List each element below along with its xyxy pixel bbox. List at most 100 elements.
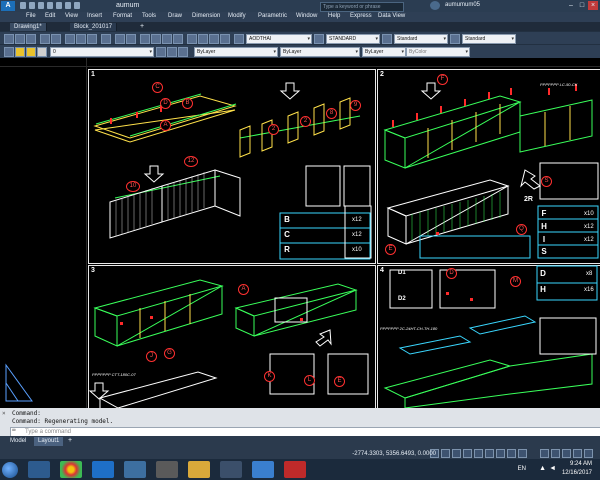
linetype-select[interactable]: ByLayer (280, 47, 360, 57)
customize-icon[interactable] (584, 449, 593, 458)
tab-drawing1[interactable]: Drawing1* (10, 23, 47, 31)
menu-edit[interactable]: Edit (45, 13, 55, 19)
globe-taskbar-icon[interactable] (124, 461, 146, 478)
menu-parametric[interactable]: Parametric (258, 13, 287, 19)
design-center-icon[interactable] (198, 34, 208, 44)
menu-file[interactable]: File (26, 13, 36, 19)
selection-cycling-icon[interactable] (518, 449, 527, 458)
menu-modify[interactable]: Modify (228, 13, 246, 19)
redo-tb-icon[interactable] (126, 34, 136, 44)
pdf-taskbar-icon[interactable] (284, 461, 306, 478)
menu-format[interactable]: Format (113, 13, 132, 19)
lineweight-icon[interactable] (496, 449, 505, 458)
color-select[interactable]: ByLayer (194, 47, 278, 57)
otrack-icon[interactable] (485, 449, 494, 458)
menu-tools[interactable]: Tools (142, 13, 156, 19)
tab-model[interactable]: Model (6, 437, 30, 446)
zoom-window-icon[interactable] (162, 34, 172, 44)
pan-icon[interactable] (140, 34, 150, 44)
start-button[interactable] (2, 462, 18, 478)
snap-icon[interactable] (441, 449, 450, 458)
window-taskbar-icon[interactable] (220, 461, 242, 478)
preview-icon[interactable] (51, 34, 61, 44)
redo-icon[interactable] (74, 2, 80, 9)
cut-icon[interactable] (65, 34, 75, 44)
folder-taskbar-icon[interactable] (188, 461, 210, 478)
ortho-icon[interactable] (452, 449, 461, 458)
network-icon[interactable]: ▲ (539, 465, 546, 472)
mleader-style-icon[interactable] (450, 34, 460, 44)
menu-express[interactable]: Express (350, 13, 372, 19)
save-as-icon[interactable] (47, 2, 53, 9)
workspace-icon[interactable] (551, 449, 560, 458)
properties-icon[interactable] (187, 34, 197, 44)
close-icon[interactable]: × (588, 1, 598, 10)
dim-style-icon[interactable] (314, 34, 324, 44)
app-taskbar-icon[interactable] (156, 461, 178, 478)
dim-style-select[interactable]: STANDARD (326, 34, 380, 44)
osnap-icon[interactable] (474, 449, 483, 458)
annotation-scale-icon[interactable] (540, 449, 549, 458)
save-tb-icon[interactable] (26, 34, 36, 44)
isolate-icon[interactable] (562, 449, 571, 458)
menu-data-view[interactable]: Data View (378, 13, 405, 19)
undo-tb-icon[interactable] (115, 34, 125, 44)
hardware-accel-icon[interactable] (573, 449, 582, 458)
sheet-set-icon[interactable] (220, 34, 230, 44)
menu-help[interactable]: Help (328, 13, 340, 19)
open-file-icon[interactable] (29, 2, 35, 9)
layer-freeze-icon[interactable] (26, 47, 36, 57)
new-tab-icon[interactable]: + (140, 23, 144, 30)
text-style-select[interactable]: AODTHAI (246, 34, 312, 44)
zoom-previous-icon[interactable] (173, 34, 183, 44)
menu-dimension[interactable]: Dimension (192, 13, 220, 19)
tab-block[interactable]: Block_201017 (70, 23, 118, 31)
drawing-canvas[interactable]: 1 2 3 4 C D B A 2 2 8 9 10 12 B x12 C x1… (0, 58, 600, 410)
polar-icon[interactable] (463, 449, 472, 458)
volume-icon[interactable]: ◄ (549, 465, 556, 472)
user-icon[interactable] (430, 1, 440, 10)
minimize-icon[interactable]: – (566, 1, 576, 10)
open-icon[interactable] (15, 34, 25, 44)
print-icon[interactable] (40, 34, 50, 44)
mleader-style-select[interactable]: Standard (462, 34, 516, 44)
clock-time[interactable]: 9:24 AM (570, 461, 592, 467)
user-name[interactable]: aumumum05 (445, 2, 480, 8)
paste-icon[interactable] (87, 34, 97, 44)
maximize-icon[interactable]: □ (577, 1, 587, 10)
layer-properties-icon[interactable] (4, 47, 14, 57)
table-style-select[interactable]: Standard (394, 34, 448, 44)
menu-draw[interactable]: Draw (168, 13, 182, 19)
copy-icon[interactable] (76, 34, 86, 44)
explorer-taskbar-icon[interactable] (28, 461, 50, 478)
layer-previous-icon[interactable] (167, 47, 177, 57)
new-icon[interactable] (4, 34, 14, 44)
menu-view[interactable]: View (65, 13, 78, 19)
tool-palettes-icon[interactable] (209, 34, 219, 44)
save-icon[interactable] (38, 2, 44, 9)
lineweight-select[interactable]: ByLayer (362, 47, 406, 57)
autocad-taskbar-icon[interactable] (252, 461, 274, 478)
layer-select[interactable]: 0 (50, 47, 154, 57)
make-current-icon[interactable] (156, 47, 166, 57)
tab-layout1[interactable]: Layout1 (34, 437, 64, 446)
close-command-icon[interactable]: × (2, 410, 6, 417)
chrome-taskbar-icon[interactable] (60, 461, 82, 478)
table-style-icon[interactable] (382, 34, 392, 44)
language-indicator[interactable]: EN (518, 466, 526, 472)
zoom-icon[interactable] (151, 34, 161, 44)
menu-window[interactable]: Window (296, 13, 317, 19)
new-layout-icon[interactable]: + (68, 437, 72, 444)
plotstyle-select[interactable]: ByColor (406, 47, 470, 57)
search-input[interactable]: Type a keyword or phrase (320, 2, 404, 12)
undo-icon[interactable] (65, 2, 71, 9)
layer-state-icon[interactable] (178, 47, 188, 57)
layer-on-icon[interactable] (15, 47, 25, 57)
layer-lock-icon[interactable] (37, 47, 47, 57)
plot-icon[interactable] (56, 2, 62, 9)
ie-taskbar-icon[interactable] (92, 461, 114, 478)
text-style-icon[interactable] (234, 34, 244, 44)
match-properties-icon[interactable] (101, 34, 111, 44)
menu-insert[interactable]: Insert (87, 13, 102, 19)
clock-date[interactable]: 12/16/2017 (562, 470, 592, 476)
